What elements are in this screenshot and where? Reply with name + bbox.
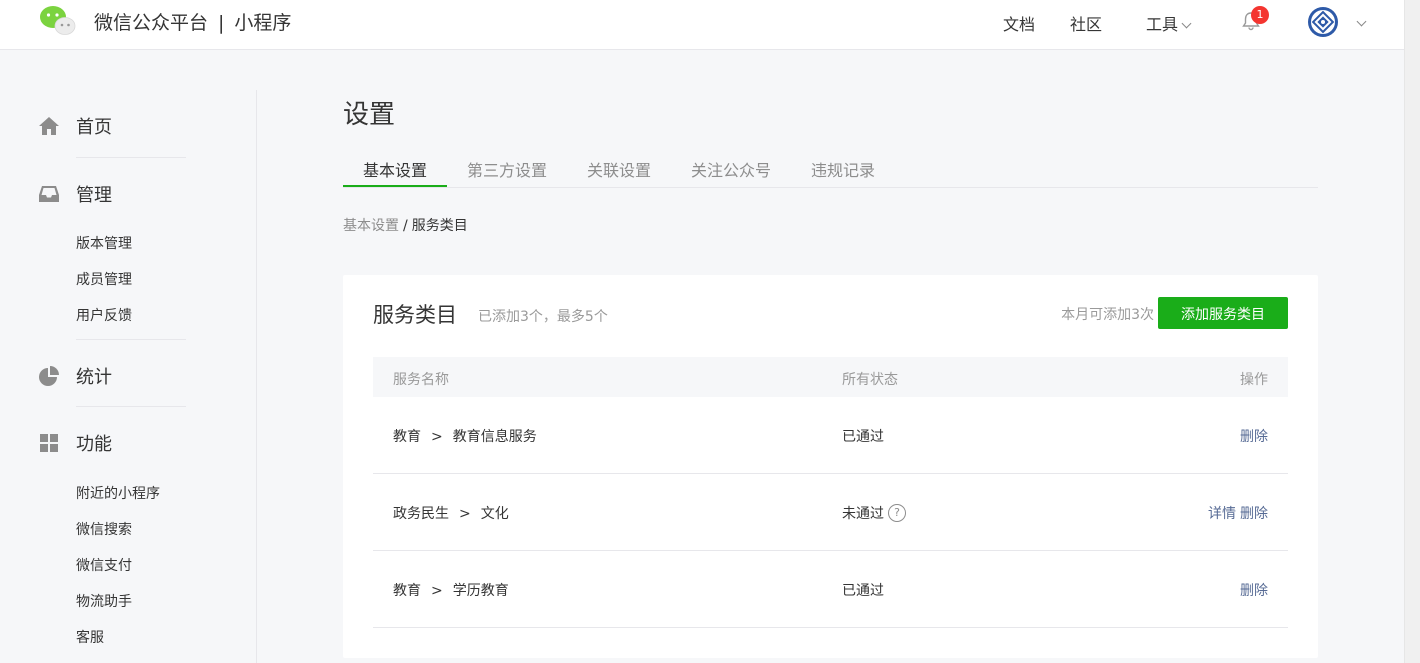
add-service-category-button[interactable]: 添加服务类目 <box>1158 297 1288 329</box>
sidebar-item-label: 管理 <box>76 185 112 206</box>
category-name: 政务民生 <box>393 506 449 522</box>
sidebar-divider <box>76 157 186 158</box>
status-text: 未通过 <box>842 506 884 522</box>
page-title: 设置 <box>343 100 396 130</box>
sidebar-item-nearby-miniprogram[interactable]: 附近的小程序 <box>76 483 160 503</box>
service-name-cell: 政务民生 > 文化 <box>393 503 509 523</box>
details-link[interactable]: 详情 <box>1208 506 1236 522</box>
status-cell: 已通过 <box>842 583 884 599</box>
actions-cell: 删除 <box>1236 426 1268 446</box>
subcategory-name: 文化 <box>480 506 509 522</box>
chevron-down-icon <box>1356 16 1367 27</box>
category-arrow: > <box>459 506 471 522</box>
home-icon <box>39 117 59 135</box>
breadcrumb-parent-link[interactable]: 基本设置 <box>343 218 399 234</box>
sidebar-divider <box>76 339 186 340</box>
notification-badge[interactable]: 1 <box>1251 6 1269 24</box>
column-header-status: 所有状态 <box>842 372 898 388</box>
table-row: 政务民生 > 文化 未通过? 详情 删除 <box>373 474 1288 551</box>
account-menu-chevron[interactable] <box>1353 13 1367 32</box>
actions-cell: 详情 删除 <box>1204 503 1268 523</box>
service-name-cell: 教育 > 教育信息服务 <box>393 426 537 446</box>
table-row: 教育 > 学历教育 已通过 删除 <box>373 551 1288 628</box>
nav-docs-link[interactable]: 文档 <box>1003 11 1035 35</box>
tab-basic-settings[interactable]: 基本设置 <box>363 157 427 181</box>
category-name: 教育 <box>393 583 421 599</box>
sidebar-item-home[interactable]: 首页 <box>38 113 112 139</box>
subcategory-name: 教育信息服务 <box>452 429 537 445</box>
top-bar: 微信公众平台 | 小程序 文档 社区 工具 1 <box>0 0 1404 50</box>
chevron-down-icon <box>1181 18 1192 29</box>
subcategory-name: 学历教育 <box>452 583 509 599</box>
table-row: 教育 > 教育信息服务 已通过 删除 <box>373 397 1288 474</box>
sidebar-divider <box>76 406 186 407</box>
platform-brand[interactable]: 微信公众平台 | 小程序 <box>94 8 291 35</box>
delete-link[interactable]: 删除 <box>1240 506 1268 522</box>
nav-tools-label: 工具 <box>1146 15 1179 34</box>
delete-link[interactable]: 删除 <box>1240 429 1268 445</box>
sidebar-item-wechat-search[interactable]: 微信搜索 <box>76 519 132 539</box>
breadcrumb-separator: / <box>403 218 408 234</box>
sidebar-item-label: 功能 <box>76 434 112 455</box>
category-arrow: > <box>431 429 443 445</box>
sidebar-item-features[interactable]: 功能 <box>38 430 112 456</box>
sidebar-item-wechat-pay[interactable]: 微信支付 <box>76 555 132 575</box>
pie-chart-icon <box>39 366 59 386</box>
service-category-card: 服务类目 已添加3个，最多5个 本月可添加3次 添加服务类目 服务名称 所有状态… <box>343 275 1318 658</box>
card-title: 服务类目 <box>373 303 457 327</box>
nav-tools-menu[interactable]: 工具 <box>1146 11 1192 35</box>
sidebar-item-label: 统计 <box>76 367 112 388</box>
sidebar-divider <box>256 90 257 663</box>
sidebar-item-logistics-assistant[interactable]: 物流助手 <box>76 591 132 611</box>
table-header: 服务名称 所有状态 操作 <box>373 357 1288 397</box>
sidebar-item-member-management[interactable]: 成员管理 <box>76 269 132 289</box>
breadcrumb: 基本设置 / 服务类目 <box>343 215 468 235</box>
platform-name: 微信公众平台 <box>94 12 209 34</box>
status-cell: 已通过 <box>842 429 884 445</box>
sidebar-item-label: 首页 <box>76 117 112 138</box>
product-name: 小程序 <box>234 12 292 34</box>
sidebar-item-user-feedback[interactable]: 用户反馈 <box>76 305 132 325</box>
tab-follow-official-account[interactable]: 关注公众号 <box>691 157 771 181</box>
account-avatar[interactable] <box>1307 6 1339 38</box>
status-cell: 未通过? <box>842 503 906 523</box>
card-subtitle: 已添加3个，最多5个 <box>478 309 608 325</box>
column-header-actions: 操作 <box>1240 372 1268 388</box>
brand-separator: | <box>218 12 225 34</box>
sidebar-item-manage[interactable]: 管理 <box>38 181 112 207</box>
delete-link[interactable]: 删除 <box>1240 583 1268 599</box>
actions-cell: 删除 <box>1236 580 1268 600</box>
category-name: 教育 <box>393 429 421 445</box>
active-tab-indicator <box>343 185 447 187</box>
category-arrow: > <box>431 583 443 599</box>
nav-community-link[interactable]: 社区 <box>1070 11 1102 35</box>
tab-violation-records[interactable]: 违规记录 <box>811 157 875 181</box>
grid-icon <box>40 434 58 452</box>
column-header-service-name: 服务名称 <box>393 372 449 388</box>
sidebar-item-stats[interactable]: 统计 <box>38 363 112 389</box>
wechat-logo-icon[interactable] <box>38 5 78 35</box>
inbox-icon <box>39 186 59 202</box>
service-name-cell: 教育 > 学历教育 <box>393 580 509 600</box>
monthly-quota-text: 本月可添加3次 <box>1061 307 1154 323</box>
settings-tabs: 基本设置 第三方设置 关联设置 关注公众号 违规记录 <box>343 145 1318 188</box>
breadcrumb-current: 服务类目 <box>411 218 468 234</box>
question-circle-icon[interactable]: ? <box>888 504 906 522</box>
tab-association-settings[interactable]: 关联设置 <box>587 157 651 181</box>
tab-third-party-settings[interactable]: 第三方设置 <box>467 157 547 181</box>
sidebar-item-version-management[interactable]: 版本管理 <box>76 233 132 253</box>
sidebar-item-customer-service[interactable]: 客服 <box>76 627 104 647</box>
window-scrollbar[interactable] <box>1404 0 1420 663</box>
